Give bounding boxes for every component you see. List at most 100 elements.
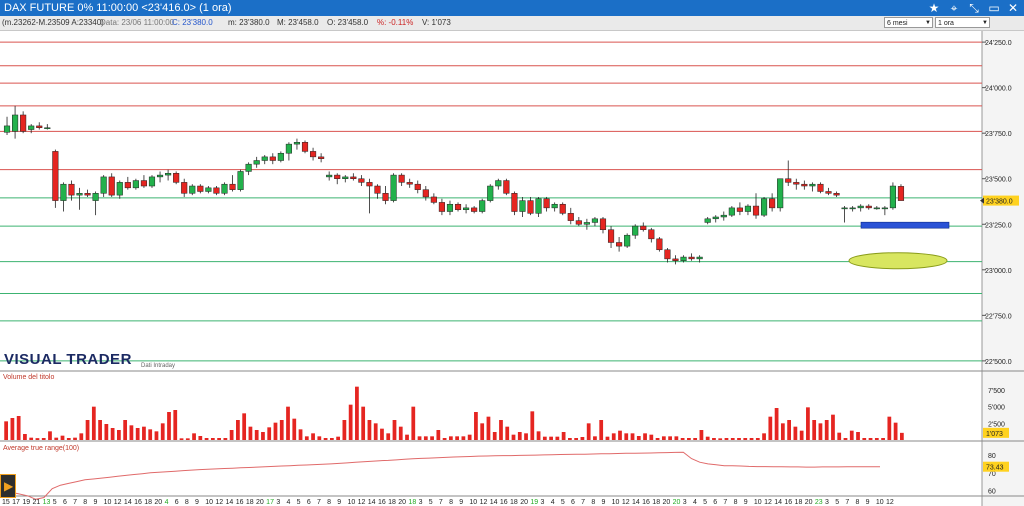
candle-body xyxy=(197,185,204,192)
candle-body xyxy=(148,176,156,187)
x-axis-label: 19 xyxy=(530,499,538,506)
volume-bar xyxy=(398,426,403,440)
x-axis-label: 14 xyxy=(368,499,376,506)
x-axis-label: 7 xyxy=(73,499,77,506)
price-chart[interactable]: 24'250.0 24'000.0 23'750.0 23'500.0 23'250.0… xyxy=(0,0,1024,506)
candle-body xyxy=(205,187,212,192)
volume-bar xyxy=(204,438,209,440)
candle-body xyxy=(52,151,59,201)
x-axis-label: 10 xyxy=(205,499,213,506)
candle-body xyxy=(752,205,760,216)
candle-body xyxy=(28,125,35,130)
candle-body xyxy=(301,142,309,152)
x-axis-label: 9 xyxy=(744,499,748,506)
candle-body xyxy=(769,198,776,209)
candle-body xyxy=(559,203,566,214)
volume-bar xyxy=(411,406,416,440)
atr-tick-label: 80 xyxy=(988,453,996,460)
candle-body xyxy=(849,207,856,210)
candle-body xyxy=(463,207,470,210)
current-volume-label: 1'073 xyxy=(986,431,1003,438)
volume-bar xyxy=(630,433,635,440)
x-axis-label: 3 xyxy=(541,499,545,506)
x-axis-label: 3 xyxy=(419,499,423,506)
volume-bar xyxy=(167,412,171,440)
volume-bar xyxy=(542,436,547,440)
volume-bar xyxy=(16,416,21,440)
candle-body xyxy=(390,174,397,201)
candle-body xyxy=(309,151,317,158)
candle-body xyxy=(503,180,510,194)
volume-bar xyxy=(10,418,15,440)
volume-bar xyxy=(762,433,766,440)
volume-bar xyxy=(749,438,754,440)
candle-body xyxy=(583,222,590,225)
price-tick-label: 23'750.0 xyxy=(985,131,1012,138)
candle-body xyxy=(696,256,703,260)
candle-body xyxy=(438,202,445,212)
candle-body xyxy=(535,198,542,214)
volume-tick-label: 7'500 xyxy=(988,388,1005,395)
x-axis-label: 15 xyxy=(2,499,10,506)
x-axis-label: 16 xyxy=(134,499,142,506)
x-axis-label: 17 xyxy=(266,499,274,506)
volume-bar xyxy=(373,423,378,440)
volume-bar xyxy=(361,406,366,440)
volume-bar xyxy=(843,438,848,440)
x-axis-label: 5 xyxy=(297,499,301,506)
x-axis-label: 4 xyxy=(165,499,169,506)
expand-panel-button[interactable]: ▶ xyxy=(0,474,16,498)
volume-bar xyxy=(298,429,303,440)
volume-bar xyxy=(624,433,629,440)
x-axis-label: 9 xyxy=(601,499,605,506)
candle-body xyxy=(616,242,623,247)
candle-body xyxy=(640,225,647,230)
x-axis-label: 16 xyxy=(236,499,244,506)
volume-bar xyxy=(304,436,309,440)
candle-body xyxy=(720,214,727,218)
volume-bar xyxy=(636,436,641,440)
volume-bar xyxy=(618,430,622,440)
candle-body xyxy=(382,193,389,201)
volume-bar xyxy=(436,430,441,440)
volume-bar xyxy=(474,412,478,440)
volume-bar xyxy=(60,435,65,440)
volume-bar xyxy=(787,420,791,440)
volume-bar xyxy=(643,433,647,440)
x-axis-label: 5 xyxy=(561,499,565,506)
volume-bar xyxy=(279,420,284,440)
volume-bar xyxy=(85,420,90,440)
candle-body xyxy=(342,176,349,179)
candle-body xyxy=(865,205,872,209)
volume-bar xyxy=(91,406,96,440)
volume-bar xyxy=(680,438,685,440)
current-atr-label: 73.43 xyxy=(986,465,1004,472)
volume-bar xyxy=(423,436,428,440)
volume-bar xyxy=(699,430,704,440)
candle-body xyxy=(173,173,180,183)
candle-body xyxy=(591,218,599,223)
candle-body xyxy=(656,238,663,251)
x-axis-label: 17 xyxy=(12,499,20,506)
candle-body xyxy=(326,174,333,178)
x-axis-label: 10 xyxy=(469,499,477,506)
candle-body xyxy=(841,207,848,210)
candle-body xyxy=(430,196,437,203)
yellow-zone-marker xyxy=(848,252,948,270)
price-tick-label: 23'000.0 xyxy=(985,268,1012,275)
x-axis-label: 6 xyxy=(713,499,717,506)
volume-bar xyxy=(210,438,215,440)
logo-subtitle: Dati Intraday xyxy=(141,363,176,369)
volume-bar xyxy=(536,431,541,440)
volume-bar xyxy=(154,431,159,440)
candle-body xyxy=(245,163,252,172)
x-axis-label: 12 xyxy=(886,499,894,506)
volume-bar xyxy=(718,438,723,440)
x-axis-label: 9 xyxy=(195,499,199,506)
price-tick-label: 24'000.0 xyxy=(985,86,1012,93)
candle-body xyxy=(471,207,478,212)
x-axis-label: 12 xyxy=(622,499,630,506)
volume-bar xyxy=(273,422,278,440)
x-axis-label: 8 xyxy=(83,499,87,506)
volume-bar xyxy=(799,430,804,440)
